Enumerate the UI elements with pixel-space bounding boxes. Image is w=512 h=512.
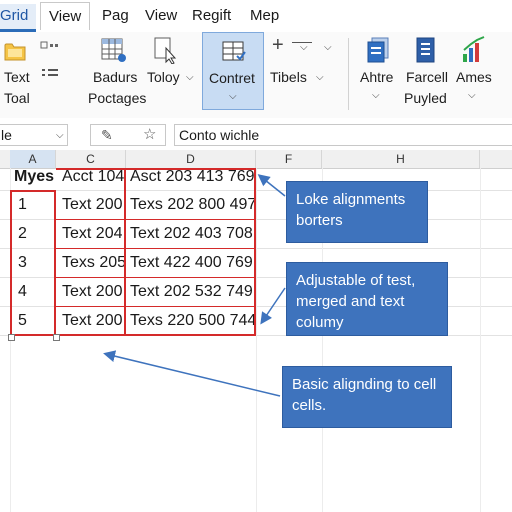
insert-chevron-icon[interactable]: ⌵ <box>300 42 308 53</box>
star-icon[interactable]: ☆ <box>143 125 156 145</box>
tibels-label: Tibels <box>270 69 307 85</box>
tab-view-2[interactable]: View <box>145 6 177 26</box>
format-icon[interactable] <box>40 40 66 57</box>
tab-pag[interactable]: Pag <box>102 6 129 26</box>
row-divider <box>56 248 256 249</box>
farcell-label: Farcell <box>406 69 449 85</box>
toloy-label: Toloy <box>147 69 180 85</box>
column-divider <box>124 168 126 336</box>
callout-adjustable: Adjustable of test, merged and text colu… <box>286 262 448 336</box>
formula-tools-box: ✎ ☆ <box>90 124 166 146</box>
text-tool-label: Text <box>4 69 30 85</box>
puyled-label: Puyled <box>404 90 447 106</box>
callout-text: Adjustable of test, merged and text colu… <box>296 272 416 331</box>
grid-line <box>480 168 481 512</box>
resize-handle[interactable] <box>8 334 15 341</box>
insert-icon[interactable]: + <box>272 34 284 57</box>
ahtre-chevron-icon[interactable]: ⌵ <box>372 90 380 101</box>
more-chevron-icon[interactable]: ⌵ <box>324 42 332 53</box>
ames-label: Ames <box>456 69 492 85</box>
toloy-button[interactable] <box>152 36 180 69</box>
table-header-cell[interactable]: Myes <box>14 163 54 191</box>
formula-input[interactable]: Conto wichle <box>174 124 512 146</box>
text-tool-button[interactable] <box>3 36 29 64</box>
ribbon: Text Toal Badurs Poctages Toloy ⌵ Contre… <box>0 32 512 119</box>
list-icon[interactable] <box>40 66 60 83</box>
name-box-chevron-icon[interactable]: ⌵ <box>56 130 64 141</box>
arrow <box>260 287 286 325</box>
arrow <box>103 350 281 397</box>
contret-button[interactable]: Contret ⌵ <box>202 32 264 110</box>
ames-button[interactable] <box>460 36 488 71</box>
bar-chart-icon <box>463 36 485 62</box>
row-divider <box>56 306 256 307</box>
contret-chevron-icon[interactable]: ⌵ <box>229 91 237 102</box>
column-header-h[interactable]: H <box>322 150 480 168</box>
ames-chevron-icon[interactable]: ⌵ <box>468 90 476 101</box>
badurs-label: Badurs <box>93 69 138 85</box>
ribbon-separator <box>348 38 349 110</box>
folder-icon <box>4 43 26 61</box>
stacked-documents-icon <box>367 37 389 63</box>
border-table-icon <box>222 41 246 61</box>
tibels-chevron-icon[interactable]: ⌵ <box>316 72 324 83</box>
tab-view[interactable]: View <box>40 2 91 30</box>
table-border <box>56 168 256 336</box>
tab-regift[interactable]: Regift <box>192 6 231 26</box>
arrow <box>257 174 286 197</box>
cursor-document-icon <box>154 37 177 65</box>
callout-alignments: Loke alignments borters <box>286 181 428 243</box>
tab-grid[interactable]: Grid <box>0 4 37 32</box>
ribbon-tab-bar: Grid View Pag View Regift Mep <box>0 0 512 33</box>
contret-label: Contret <box>209 70 255 86</box>
ahtre-label: Ahtre <box>360 69 394 85</box>
pencil-icon[interactable]: ✎ <box>101 125 113 145</box>
badurs-button[interactable] <box>100 36 128 69</box>
row-divider <box>56 277 256 278</box>
farcell-button[interactable] <box>414 36 438 71</box>
callout-text: Basic alignding to cell cells. <box>292 376 437 414</box>
table-grid-icon <box>101 38 126 62</box>
callout-text: Loke alignments borters <box>296 191 406 229</box>
text-tool-label-2: Toal <box>4 90 30 106</box>
blue-document-icon <box>416 37 435 63</box>
callout-basic: Basic alignding to cell cells. <box>282 366 452 428</box>
row-divider <box>56 219 256 220</box>
poctages-label: Poctages <box>88 90 147 106</box>
column-header-f[interactable]: F <box>256 150 322 168</box>
ahtre-button[interactable] <box>366 36 394 71</box>
grid-line <box>256 168 257 512</box>
resize-handle[interactable] <box>53 334 60 341</box>
tab-mep[interactable]: Mep <box>250 6 279 26</box>
column-a-border <box>10 190 56 336</box>
toloy-chevron-icon[interactable]: ⌵ <box>186 72 194 83</box>
